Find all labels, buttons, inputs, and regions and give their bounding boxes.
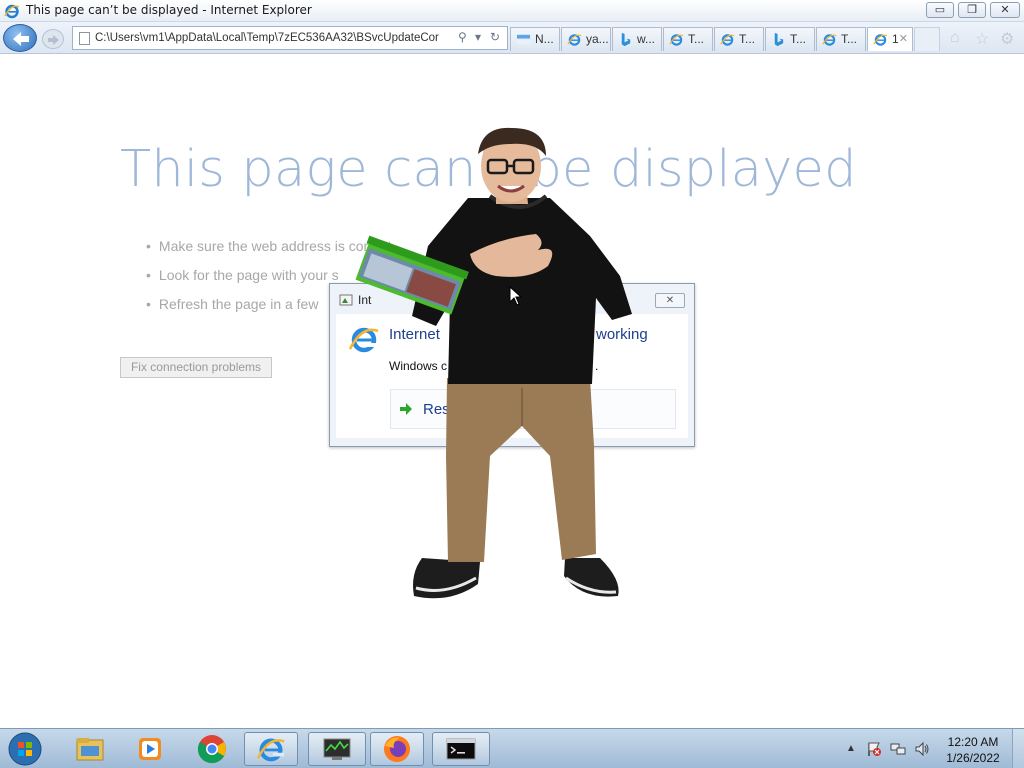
forward-button[interactable] [42,29,64,49]
browser-tab[interactable]: T... [714,27,764,51]
media-player-icon [139,738,161,760]
volume-icon[interactable] [914,741,930,757]
page-icon [79,32,90,45]
home-icon[interactable]: ⌂ [950,29,960,47]
explorer-folder-icon [76,738,104,761]
tools-gear-icon[interactable]: ⚙ [1000,29,1014,49]
browser-tab[interactable]: w... [612,27,662,51]
command-prompt-taskbar-button[interactable] [432,732,490,766]
task-manager-icon [323,738,351,760]
person-overlay-image [355,127,632,599]
tab-label: 1 [892,32,899,46]
tab-label: T... [739,32,756,46]
internet-explorer-icon [256,738,285,762]
mouse-cursor-icon [509,286,523,306]
tab-close-icon[interactable]: ✕ [899,32,908,45]
tab-label: ya... [586,32,609,46]
forward-arrow-icon [48,35,59,45]
dropdown-arrow-icon[interactable]: ▾ [475,30,481,44]
show-hidden-icons-button[interactable]: ▲ [846,743,856,754]
new-tab-button[interactable] [914,27,940,51]
maximize-button[interactable]: ❐ [958,2,986,18]
msn-icon [516,32,531,47]
tab-label: T... [841,32,858,46]
explorer-taskbar-button[interactable] [60,732,120,766]
fix-connection-problems-button[interactable]: Fix connection problems [120,357,272,378]
taskbar: ▲ 12:20 AM 1/26/2022 [0,728,1024,768]
bing-icon [618,32,633,47]
back-button[interactable] [3,24,37,52]
command-prompt-icon [446,738,476,760]
browser-tab[interactable]: T... [663,27,713,51]
window-title: This page can’t be displayed - Internet … [26,3,312,17]
action-center-flag-icon[interactable] [866,741,882,757]
ie-icon [669,32,684,47]
start-button[interactable] [4,731,46,767]
ie-icon [873,32,888,47]
network-icon[interactable] [890,741,906,757]
dialog-close-button[interactable]: ✕ [655,293,685,308]
tab-label: w... [637,32,656,46]
show-desktop-button[interactable] [1012,729,1024,768]
task-manager-taskbar-button[interactable] [308,732,366,766]
browser-tab[interactable]: N... [510,27,560,51]
browser-tab[interactable]: ya... [561,27,611,51]
firefox-taskbar-button[interactable] [370,732,424,766]
title-bar: This page can’t be displayed - Internet … [0,0,1024,22]
browser-tab[interactable]: T... [816,27,866,51]
firefox-icon [384,736,410,762]
browser-tab[interactable]: T... [765,27,815,51]
back-arrow-icon [13,32,29,46]
internet-explorer-icon [4,4,20,19]
ie-icon [567,32,582,47]
address-input[interactable] [95,29,451,47]
close-button[interactable]: ✕ [990,2,1020,18]
address-bar[interactable]: ⚲ ▾ ↻ [72,26,508,50]
windows-logo-icon [8,732,42,766]
system-clock[interactable]: 12:20 AM 1/26/2022 [938,734,1008,766]
refresh-icon[interactable]: ↻ [490,30,500,44]
clock-date: 1/26/2022 [946,751,1000,765]
media-player-taskbar-button[interactable] [120,732,180,766]
tab-label: N... [535,32,554,46]
favorites-star-icon[interactable]: ☆ [975,29,989,49]
internet-explorer-taskbar-button[interactable] [244,732,298,766]
tab-label: T... [790,32,807,46]
bing-icon [771,32,786,47]
ie-icon [720,32,735,47]
clock-time: 12:20 AM [947,735,999,749]
search-icon[interactable]: ⚲ [458,30,467,44]
navigation-bar: ⚲ ▾ ↻ N...ya...w...T...T...T...T...1✕ ⌂ … [0,22,1024,54]
tab-label: T... [688,32,705,46]
minimize-button[interactable]: ▭ [926,2,954,18]
chrome-taskbar-button[interactable] [182,732,242,766]
browser-tab[interactable]: 1 ✕ [867,27,913,51]
ie-icon [822,32,837,47]
chrome-icon [197,735,226,764]
